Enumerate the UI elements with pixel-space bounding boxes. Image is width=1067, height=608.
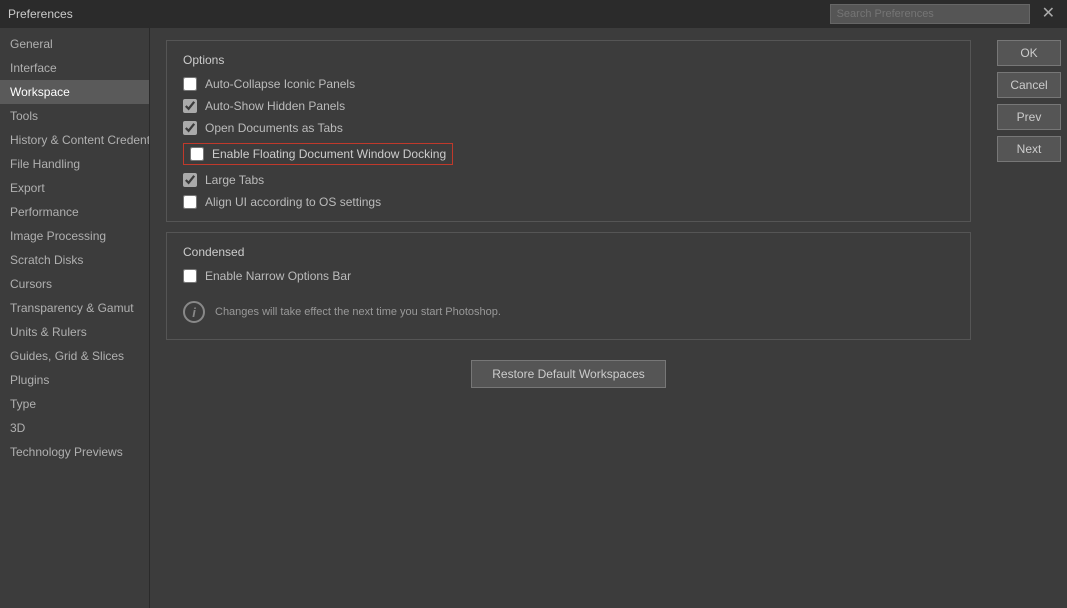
floating-dock-checkbox[interactable] [190, 147, 204, 161]
sidebar-item-image-processing[interactable]: Image Processing [0, 224, 149, 248]
option-narrow-options: Enable Narrow Options Bar [183, 269, 954, 283]
prev-button[interactable]: Prev [997, 104, 1061, 130]
sidebar: GeneralInterfaceWorkspaceToolsHistory & … [0, 28, 150, 608]
cancel-button[interactable]: Cancel [997, 72, 1061, 98]
sidebar-item-history[interactable]: History & Content Credentials [0, 128, 149, 152]
large-tabs-label[interactable]: Large Tabs [205, 173, 264, 187]
sidebar-item-units-rulers[interactable]: Units & Rulers [0, 320, 149, 344]
auto-collapse-label[interactable]: Auto-Collapse Iconic Panels [205, 77, 355, 91]
sidebar-item-cursors[interactable]: Cursors [0, 272, 149, 296]
option-floating-dock-highlighted: Enable Floating Document Window Docking [183, 143, 453, 165]
next-button[interactable]: Next [997, 136, 1061, 162]
sidebar-item-3d[interactable]: 3D [0, 416, 149, 440]
auto-show-checkbox[interactable] [183, 99, 197, 113]
condensed-section-title: Condensed [183, 245, 954, 259]
open-docs-checkbox[interactable] [183, 121, 197, 135]
action-buttons: OK Cancel Prev Next [987, 28, 1067, 608]
sidebar-item-tools[interactable]: Tools [0, 104, 149, 128]
auto-show-label[interactable]: Auto-Show Hidden Panels [205, 99, 345, 113]
sidebar-item-export[interactable]: Export [0, 176, 149, 200]
info-icon: i [183, 301, 205, 323]
preferences-dialog: Preferences ✕ GeneralInterfaceWorkspaceT… [0, 0, 1067, 608]
sidebar-item-type[interactable]: Type [0, 392, 149, 416]
ok-button[interactable]: OK [997, 40, 1061, 66]
floating-dock-label[interactable]: Enable Floating Document Window Docking [212, 147, 446, 161]
sidebar-item-workspace[interactable]: Workspace [0, 80, 149, 104]
options-section-title: Options [183, 53, 954, 67]
sidebar-item-plugins[interactable]: Plugins [0, 368, 149, 392]
sidebar-item-interface[interactable]: Interface [0, 56, 149, 80]
sidebar-item-tech-previews[interactable]: Technology Previews [0, 440, 149, 464]
info-row: i Changes will take effect the next time… [183, 291, 954, 327]
titlebar: Preferences ✕ [0, 0, 1067, 28]
sidebar-item-general[interactable]: General [0, 32, 149, 56]
close-button[interactable]: ✕ [1038, 6, 1059, 22]
align-ui-checkbox[interactable] [183, 195, 197, 209]
condensed-section: Condensed Enable Narrow Options Bar i Ch… [166, 232, 971, 340]
option-align-ui: Align UI according to OS settings [183, 195, 954, 209]
sidebar-item-scratch-disks[interactable]: Scratch Disks [0, 248, 149, 272]
narrow-options-label[interactable]: Enable Narrow Options Bar [205, 269, 351, 283]
sidebar-item-file-handling[interactable]: File Handling [0, 152, 149, 176]
option-large-tabs: Large Tabs [183, 173, 954, 187]
restore-default-workspaces-button[interactable]: Restore Default Workspaces [471, 360, 666, 388]
open-docs-label[interactable]: Open Documents as Tabs [205, 121, 343, 135]
options-section: Options Auto-Collapse Iconic Panels Auto… [166, 40, 971, 222]
option-auto-collapse: Auto-Collapse Iconic Panels [183, 77, 954, 91]
titlebar-controls: ✕ [830, 4, 1059, 24]
dialog-body: GeneralInterfaceWorkspaceToolsHistory & … [0, 28, 1067, 608]
sidebar-item-performance[interactable]: Performance [0, 200, 149, 224]
large-tabs-checkbox[interactable] [183, 173, 197, 187]
option-open-docs: Open Documents as Tabs [183, 121, 954, 135]
main-content: Options Auto-Collapse Iconic Panels Auto… [150, 28, 987, 608]
option-auto-show: Auto-Show Hidden Panels [183, 99, 954, 113]
narrow-options-checkbox[interactable] [183, 269, 197, 283]
sidebar-item-guides[interactable]: Guides, Grid & Slices [0, 344, 149, 368]
dialog-title: Preferences [8, 7, 73, 21]
sidebar-item-transparency[interactable]: Transparency & Gamut [0, 296, 149, 320]
align-ui-label[interactable]: Align UI according to OS settings [205, 195, 381, 209]
info-message: Changes will take effect the next time y… [215, 306, 501, 318]
search-input[interactable] [830, 4, 1030, 24]
auto-collapse-checkbox[interactable] [183, 77, 197, 91]
